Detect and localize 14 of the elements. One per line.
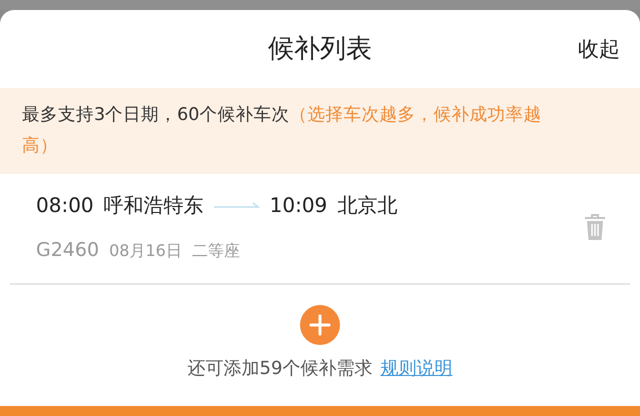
arrive-time: 10:09 (270, 192, 328, 219)
train-number: G2460 (36, 238, 100, 263)
arrival-station: 北京北 (337, 192, 398, 219)
add-button[interactable] (300, 304, 340, 344)
plus-icon (309, 314, 331, 336)
departure-station: 呼和浩特东 (104, 192, 204, 219)
remaining-count-text: 还可添加59个候补需求 (188, 356, 372, 380)
collapse-button[interactable]: 收起 (578, 34, 620, 66)
delete-icon[interactable] (584, 213, 606, 242)
travel-date: 08月16日 (109, 240, 182, 262)
sheet-title: 候补列表 (268, 32, 372, 66)
seat-class: 二等座 (192, 240, 240, 262)
depart-time: 08:00 (36, 192, 94, 219)
notice-text: 最多支持3个日期，60个候补车次（选择车次越多，候补成功率越高） (0, 88, 640, 174)
